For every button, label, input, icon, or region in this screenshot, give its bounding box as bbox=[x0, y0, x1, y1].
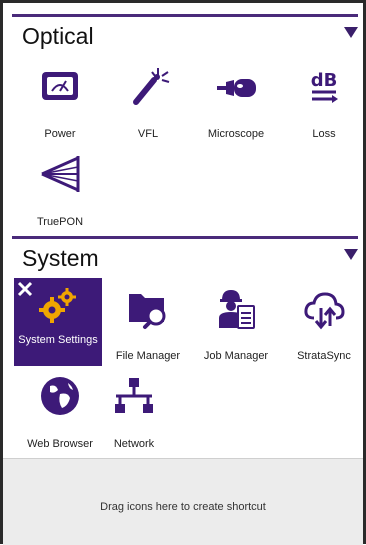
system-collapse-arrow-icon[interactable] bbox=[344, 249, 358, 260]
system-section-title: System bbox=[22, 245, 99, 271]
tile-label: Loss bbox=[312, 128, 336, 140]
tile-microscope[interactable]: Microscope bbox=[198, 58, 274, 142]
system-section-header[interactable]: System bbox=[12, 236, 358, 273]
tile-stratasync[interactable]: StrataSync bbox=[286, 280, 362, 364]
tile-power[interactable]: Power bbox=[22, 58, 98, 142]
tile-label: Power bbox=[44, 128, 76, 140]
tile-web-browser[interactable]: Web Browser bbox=[22, 368, 98, 452]
tile-label: Microscope bbox=[207, 128, 265, 140]
shortcut-hint: Drag icons here to create shortcut bbox=[100, 501, 266, 513]
gears-icon bbox=[39, 288, 76, 323]
shortcut-drop-zone[interactable]: Drag icons here to create shortcut bbox=[3, 458, 363, 545]
microscope-icon bbox=[217, 79, 256, 97]
tile-label: VFL bbox=[137, 128, 159, 140]
tile-label: TruePON bbox=[36, 216, 84, 228]
svg-text:dB: dB bbox=[311, 70, 338, 91]
folder-search-icon bbox=[129, 294, 166, 329]
window-frame-top bbox=[0, 0, 366, 3]
close-icon[interactable] bbox=[16, 280, 34, 298]
vfl-wand-icon bbox=[133, 68, 170, 105]
tile-job-manager[interactable]: Job Manager bbox=[198, 280, 274, 364]
tile-network[interactable]: Network bbox=[96, 368, 172, 452]
optical-collapse-arrow-icon[interactable] bbox=[344, 27, 358, 38]
network-icon bbox=[115, 378, 153, 413]
tile-label: Network bbox=[113, 438, 155, 450]
tile-label: StrataSync bbox=[297, 350, 351, 362]
tile-file-manager[interactable]: File Manager bbox=[110, 280, 186, 364]
tile-label: Web Browser bbox=[27, 438, 93, 450]
db-loss-icon: dB bbox=[311, 70, 338, 103]
tile-label: System Settings bbox=[18, 334, 98, 346]
tile-vfl[interactable]: VFL bbox=[110, 58, 186, 142]
cloud-sync-icon bbox=[304, 292, 345, 330]
tile-label: File Manager bbox=[115, 350, 181, 362]
tile-loss[interactable]: dB Loss bbox=[286, 58, 362, 142]
tile-label: Job Manager bbox=[203, 350, 269, 362]
tile-system-settings[interactable]: System Settings bbox=[14, 278, 102, 366]
optical-section-header[interactable]: Optical bbox=[12, 14, 358, 51]
worker-clipboard-icon bbox=[219, 290, 255, 329]
optical-section-title: Optical bbox=[22, 23, 94, 49]
globe-icon bbox=[41, 377, 79, 415]
power-meter-icon bbox=[42, 72, 78, 100]
tile-truepon[interactable]: TruePON bbox=[22, 146, 98, 230]
truepon-splitter-icon bbox=[41, 156, 80, 192]
